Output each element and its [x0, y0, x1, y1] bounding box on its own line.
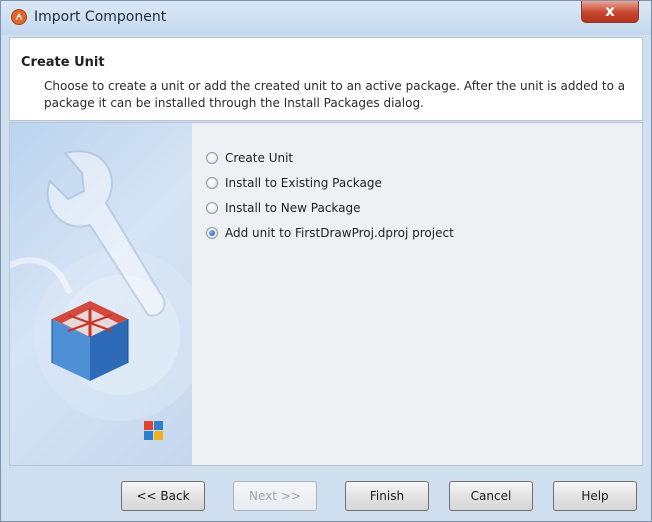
option-group: Create Unit Install to Existing Package …	[206, 145, 454, 245]
next-button[interactable]: Next >>	[233, 481, 317, 511]
wizard-body: Create Unit Install to Existing Package …	[9, 122, 643, 466]
option-label: Install to New Package	[225, 200, 361, 215]
back-button[interactable]: << Back	[121, 481, 205, 511]
option-label: Add unit to FirstDrawProj.dproj project	[225, 225, 454, 240]
help-button[interactable]: Help	[553, 481, 637, 511]
radio-button[interactable]	[206, 176, 218, 189]
close-icon: x	[605, 2, 615, 20]
page-title: Create Unit	[21, 55, 105, 70]
option-add-unit-to-project[interactable]: Add unit to FirstDrawProj.dproj project	[206, 220, 454, 245]
option-install-new-package[interactable]: Install to New Package	[206, 195, 454, 220]
option-label: Install to Existing Package	[225, 175, 382, 190]
close-button[interactable]: x	[581, 1, 639, 23]
wizard-side-panel	[10, 123, 192, 465]
option-create-unit[interactable]: Create Unit	[206, 145, 454, 170]
wizard-app-icon	[11, 9, 27, 25]
option-install-existing-package[interactable]: Install to Existing Package	[206, 170, 454, 195]
radio-button[interactable]	[206, 201, 218, 214]
window-title: Import Component	[34, 9, 167, 25]
radio-button[interactable]	[206, 151, 218, 164]
wrench-package-illustration	[10, 150, 192, 440]
wizard-header: Create Unit Choose to create a unit or a…	[9, 37, 643, 121]
radio-button-selected[interactable]	[206, 226, 218, 239]
import-component-dialog: Import Component x Create Unit Choose to…	[0, 0, 652, 522]
cancel-button[interactable]: Cancel	[449, 481, 533, 511]
option-label: Create Unit	[225, 150, 294, 165]
finish-button[interactable]: Finish	[345, 481, 429, 511]
windows-logo-icon	[144, 421, 163, 440]
button-bar: << Back Next >> Finish Cancel Help	[1, 467, 651, 521]
title-bar[interactable]: Import Component x	[1, 1, 651, 35]
page-description: Choose to create a unit or add the creat…	[44, 79, 626, 110]
